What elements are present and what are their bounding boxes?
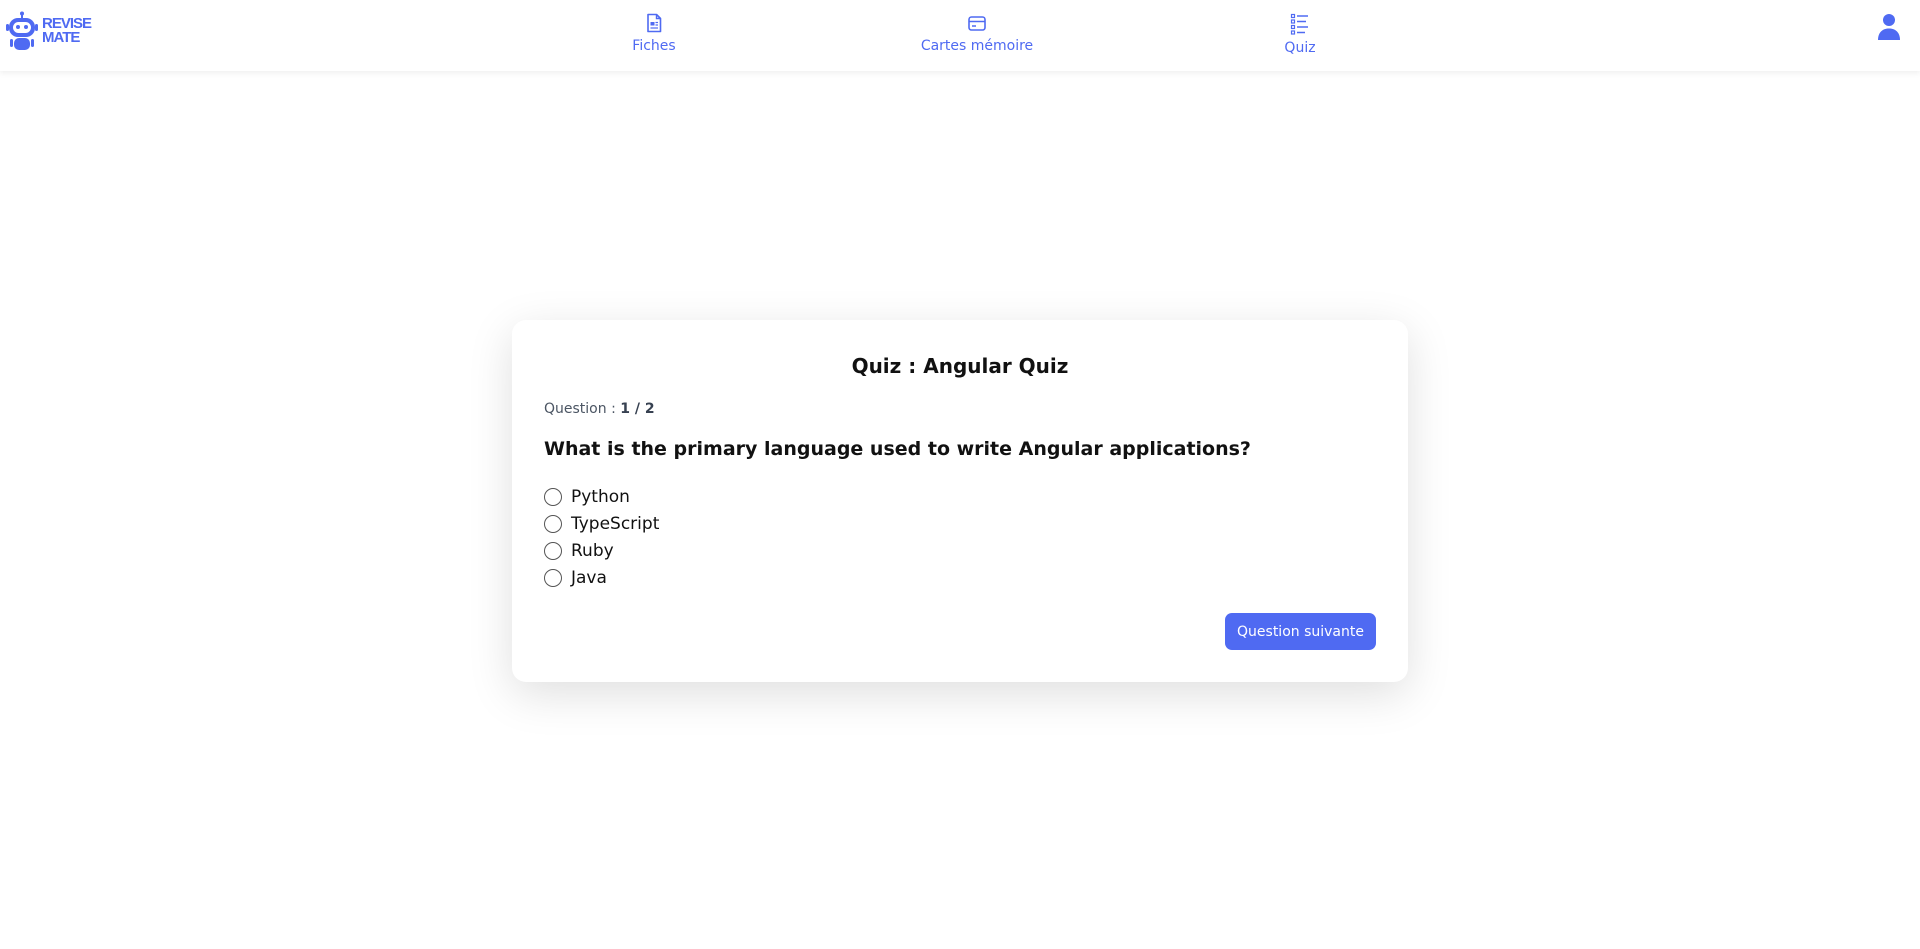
progress-value: 1 / 2 xyxy=(620,401,655,417)
answer-option-java[interactable]: Java xyxy=(544,564,659,591)
radio-button[interactable] xyxy=(544,568,562,587)
radio-button[interactable] xyxy=(544,487,562,506)
answer-option-ruby[interactable]: Ruby xyxy=(544,537,659,564)
answer-option-label: Java xyxy=(571,567,607,588)
revise-mate-logo[interactable]: REVISE MATE xyxy=(6,11,92,51)
question-text: What is the primary language used to wri… xyxy=(544,438,1251,460)
answer-option-label: Ruby xyxy=(571,540,614,561)
quiz-card: Quiz : Angular Quiz Question : 1 / 2 Wha… xyxy=(512,320,1408,682)
quiz-title: Quiz : Angular Quiz xyxy=(851,354,1069,378)
nav-label-fiches: Fiches xyxy=(632,38,676,54)
nav-item-cartes-memoire[interactable]: Cartes mémoire xyxy=(897,13,1057,54)
user-profile-button[interactable] xyxy=(1877,13,1901,45)
answer-option-label: Python xyxy=(571,486,630,507)
nav-item-quiz[interactable]: Quiz xyxy=(1220,13,1380,56)
nav-label-cartes-memoire: Cartes mémoire xyxy=(920,38,1034,54)
next-question-button[interactable]: Question suivante xyxy=(1225,613,1376,650)
top-navbar: REVISE MATE Fiches Cartes mémoire Quiz xyxy=(0,0,1920,71)
radio-button[interactable] xyxy=(544,541,562,560)
document-icon xyxy=(647,13,662,33)
card-icon xyxy=(968,16,986,31)
user-icon xyxy=(1878,14,1900,40)
list-icon xyxy=(1290,13,1308,35)
answer-options: Python TypeScript Ruby Java xyxy=(544,483,659,591)
question-progress: Question : 1 / 2 xyxy=(544,401,655,417)
nav-item-fiches[interactable]: Fiches xyxy=(574,13,734,54)
radio-button[interactable] xyxy=(544,514,562,533)
answer-option-typescript[interactable]: TypeScript xyxy=(544,510,659,537)
robot-mascot-icon xyxy=(6,11,38,50)
answer-option-python[interactable]: Python xyxy=(544,483,659,510)
logo-text: REVISE MATE xyxy=(42,16,92,46)
progress-label: Question : xyxy=(544,401,621,417)
answer-option-label: TypeScript xyxy=(571,513,660,534)
logo-text-line2: MATE xyxy=(42,29,80,46)
nav-label-quiz: Quiz xyxy=(1284,40,1316,56)
